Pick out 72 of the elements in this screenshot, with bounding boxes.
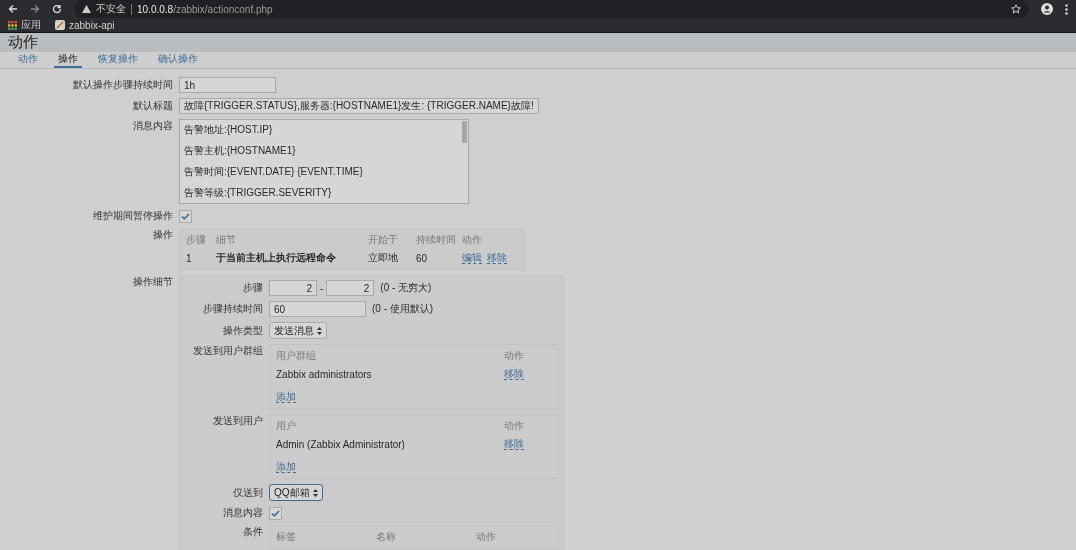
add-link[interactable]: 添加 bbox=[276, 391, 296, 403]
field-label: 仅送到 bbox=[232, 485, 263, 500]
bookmark[interactable]: zabbix-api bbox=[55, 19, 115, 31]
table-cell-text: 于当前主机上执行远程命令 bbox=[216, 251, 337, 265]
select-dropdown[interactable]: 发送消息 bbox=[269, 322, 327, 339]
star-icon[interactable] bbox=[1011, 4, 1021, 14]
table-cell-text: Zabbix administrators bbox=[276, 368, 373, 380]
input-field[interactable]: 1h bbox=[179, 77, 276, 93]
column-header: 动作 bbox=[504, 349, 525, 363]
menu-icon[interactable] bbox=[1065, 3, 1068, 15]
column-header: 用户群组 bbox=[276, 349, 317, 363]
apps-grid-icon bbox=[8, 20, 17, 30]
bookmark[interactable]: 应用 bbox=[8, 18, 41, 32]
remove-link[interactable]: 移除 bbox=[504, 438, 524, 450]
forward-icon[interactable] bbox=[30, 4, 40, 14]
field-label: 消息内容 bbox=[222, 506, 263, 520]
field-label: 消息内容 bbox=[132, 119, 173, 133]
table-cell-text: 立即地 bbox=[368, 251, 399, 265]
security-label: 不安全 bbox=[96, 2, 126, 16]
column-header: 动作 bbox=[504, 419, 525, 433]
field-label: 操作 bbox=[152, 228, 173, 242]
message-textarea[interactable]: 告警地址:{HOST.IP} 告警主机:{HOSTNAME1} 告警时间:{EVENT.DATE} {EVENT.TIME} 告警等级:{TRIGGER.SEVERITY} bbox=[179, 119, 469, 204]
field-label: 维护期间暂停操作 bbox=[92, 209, 173, 223]
page-title: 动作 bbox=[8, 33, 38, 52]
site-icon bbox=[55, 20, 65, 30]
range-separator: - bbox=[320, 282, 324, 294]
field-label: 发送到用户 bbox=[212, 414, 263, 428]
tab[interactable]: 确认操作 bbox=[154, 52, 202, 68]
input-field[interactable]: 故障{TRIGGER.STATUS},服务器:{HOSTNAME1}发生: {TRIGGER.NAME}故障! bbox=[179, 98, 539, 114]
back-icon[interactable] bbox=[8, 4, 18, 14]
caret-icon bbox=[317, 326, 322, 335]
table-cell-text: Admin (Zabbix Administrator) bbox=[276, 438, 406, 450]
field-label: 操作细节 bbox=[132, 275, 173, 289]
field-label: 操作类型 bbox=[222, 323, 263, 338]
column-header: 持续时间 bbox=[416, 233, 457, 247]
input-field[interactable]: 2 bbox=[269, 280, 317, 296]
field-label: 默认操作步骤持续时间 bbox=[72, 78, 173, 92]
input-field[interactable]: 2 bbox=[326, 280, 375, 296]
action-link[interactable]: 移除 bbox=[487, 252, 507, 264]
table-cell-text: 60 bbox=[416, 252, 429, 264]
field-label: 条件 bbox=[242, 525, 263, 539]
field-label: 步骤 bbox=[242, 281, 263, 295]
tab[interactable]: 恢复操作 bbox=[94, 52, 142, 68]
checkbox[interactable] bbox=[179, 209, 192, 223]
profile-icon[interactable] bbox=[1041, 3, 1053, 15]
hint-text: (0 - 无穷大) bbox=[380, 281, 432, 295]
warning-icon bbox=[82, 5, 91, 13]
column-header: 细节 bbox=[216, 233, 237, 247]
column-header: 开始于 bbox=[368, 233, 399, 247]
column-header: 名称 bbox=[376, 530, 397, 544]
checkbox[interactable] bbox=[269, 506, 282, 520]
add-link[interactable]: 添加 bbox=[276, 461, 296, 473]
column-header: 动作 bbox=[476, 530, 497, 544]
column-header: 标签 bbox=[276, 530, 297, 544]
column-header: 用户 bbox=[276, 419, 297, 433]
field-label: 默认标题 bbox=[132, 99, 173, 113]
tab[interactable]: 动作 bbox=[14, 52, 42, 68]
table-cell-text: 1 bbox=[186, 252, 193, 264]
remove-link[interactable]: 移除 bbox=[504, 368, 524, 380]
column-header: 动作 bbox=[462, 233, 483, 247]
field-label: 发送到用户群组 bbox=[192, 344, 263, 358]
hint-text: (0 - 使用默认) bbox=[372, 302, 434, 316]
address-bar[interactable]: 不安全 10.0.0.8/zabbix/actionconf.php bbox=[74, 0, 1029, 18]
action-link[interactable]: 编辑 bbox=[462, 252, 482, 264]
select-dropdown[interactable]: QQ邮箱 bbox=[269, 484, 323, 501]
reload-icon[interactable] bbox=[52, 4, 62, 14]
caret-icon bbox=[312, 488, 318, 497]
url-text: 10.0.0.8/zabbix/actionconf.php bbox=[137, 3, 273, 15]
field-label: 步骤持续时间 bbox=[202, 302, 263, 316]
tab[interactable]: 操作 bbox=[54, 52, 82, 68]
input-field[interactable]: 60 bbox=[269, 301, 366, 317]
column-header: 步骤 bbox=[186, 233, 207, 247]
